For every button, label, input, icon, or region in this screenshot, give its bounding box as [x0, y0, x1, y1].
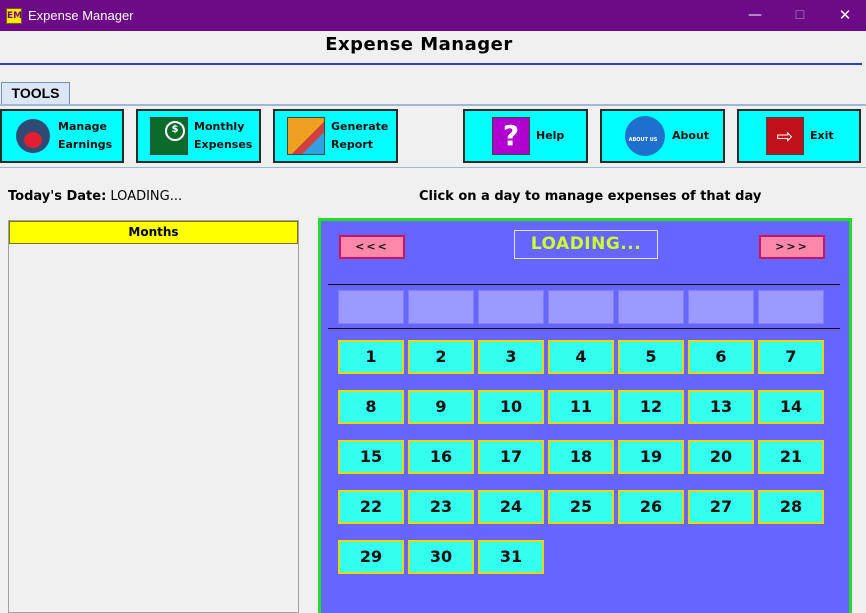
help-label: Help: [536, 129, 565, 142]
day-button[interactable]: 9: [408, 390, 474, 424]
day-button[interactable]: 13: [688, 390, 754, 424]
weekday-cell: [478, 290, 544, 324]
generate-report-button[interactable]: Generate Report: [273, 109, 398, 163]
day-button[interactable]: 6: [688, 340, 754, 374]
minimize-button[interactable]: —: [740, 4, 770, 26]
weekday-cell: [688, 290, 754, 324]
day-button[interactable]: 3: [478, 340, 544, 374]
months-header[interactable]: Months: [9, 221, 298, 244]
day-button[interactable]: 17: [478, 440, 544, 474]
next-month-button[interactable]: >>>: [759, 235, 825, 259]
piggy-bank-icon: [14, 117, 52, 155]
todays-date: Today's Date: LOADING...: [8, 189, 182, 204]
exit-label: Exit: [810, 129, 834, 142]
title-bar: EM Expense Manager — ☐ ✕: [0, 0, 866, 31]
calendar-divider: [328, 328, 840, 329]
day-button[interactable]: 5: [618, 340, 684, 374]
months-list[interactable]: Months: [8, 220, 299, 613]
day-button[interactable]: 11: [548, 390, 614, 424]
tab-divider: [0, 104, 866, 106]
manage-earnings-button[interactable]: Manage Earnings: [0, 109, 124, 163]
money-chart-icon: [150, 117, 188, 155]
day-button[interactable]: 28: [758, 490, 824, 524]
monthly-expenses-label: Monthly Expenses: [194, 120, 253, 151]
day-button[interactable]: 27: [688, 490, 754, 524]
weekday-cell: [408, 290, 474, 324]
question-mark-icon: [492, 117, 530, 155]
day-button[interactable]: 31: [478, 540, 544, 574]
calendar-divider: [328, 284, 840, 285]
tab-tools[interactable]: TOOLS: [1, 82, 70, 104]
weekday-cell: [618, 290, 684, 324]
generate-report-label: Generate Report: [331, 120, 389, 151]
day-button[interactable]: 29: [338, 540, 404, 574]
day-button[interactable]: 22: [338, 490, 404, 524]
day-button[interactable]: 23: [408, 490, 474, 524]
monthly-expenses-button[interactable]: Monthly Expenses: [136, 109, 261, 163]
day-button[interactable]: 1: [338, 340, 404, 374]
todays-date-label: Today's Date:: [8, 189, 107, 204]
about-button[interactable]: About: [600, 109, 725, 163]
exit-button[interactable]: Exit: [737, 109, 861, 163]
day-button[interactable]: 15: [338, 440, 404, 474]
heading-divider: [0, 63, 862, 65]
day-button[interactable]: 12: [618, 390, 684, 424]
day-button[interactable]: 25: [548, 490, 614, 524]
app-icon: EM: [6, 8, 22, 24]
weekday-header-row: [338, 290, 824, 324]
day-button[interactable]: 26: [618, 490, 684, 524]
report-chart-icon: [287, 117, 325, 155]
previous-month-button[interactable]: <<<: [339, 235, 405, 259]
calendar-hint: Click on a day to manage expenses of tha…: [419, 189, 762, 204]
day-button[interactable]: 10: [478, 390, 544, 424]
day-button[interactable]: 30: [408, 540, 474, 574]
exit-door-icon: [766, 117, 804, 155]
manage-earnings-label: Manage Earnings: [58, 120, 113, 151]
day-button[interactable]: 21: [758, 440, 824, 474]
about-us-icon: [624, 115, 666, 157]
close-button[interactable]: ✕: [830, 4, 860, 26]
about-label: About: [672, 129, 710, 142]
day-button[interactable]: 14: [758, 390, 824, 424]
weekday-cell: [338, 290, 404, 324]
day-button[interactable]: 2: [408, 340, 474, 374]
weekday-cell: [548, 290, 614, 324]
day-button[interactable]: 18: [548, 440, 614, 474]
help-button[interactable]: Help: [463, 109, 588, 163]
day-button[interactable]: 8: [338, 390, 404, 424]
day-button[interactable]: 4: [548, 340, 614, 374]
window-title: Expense Manager: [28, 8, 134, 23]
day-button[interactable]: 20: [688, 440, 754, 474]
calendar-panel: <<< LOADING... >>> 1 2 3 4 5 6 7 8 9 10 …: [318, 218, 852, 613]
day-button[interactable]: 16: [408, 440, 474, 474]
todays-date-value: LOADING...: [110, 189, 183, 204]
weekday-cell: [758, 290, 824, 324]
toolbar-divider: [0, 167, 866, 168]
maximize-button[interactable]: ☐: [785, 4, 815, 26]
day-grid: 1 2 3 4 5 6 7 8 9 10 11 12 13 14 15 16 1…: [338, 340, 824, 574]
day-button[interactable]: 24: [478, 490, 544, 524]
day-button[interactable]: 19: [618, 440, 684, 474]
calendar-month-label: LOADING...: [514, 230, 658, 259]
day-button[interactable]: 7: [758, 340, 824, 374]
app-heading: Expense Manager: [325, 34, 513, 55]
